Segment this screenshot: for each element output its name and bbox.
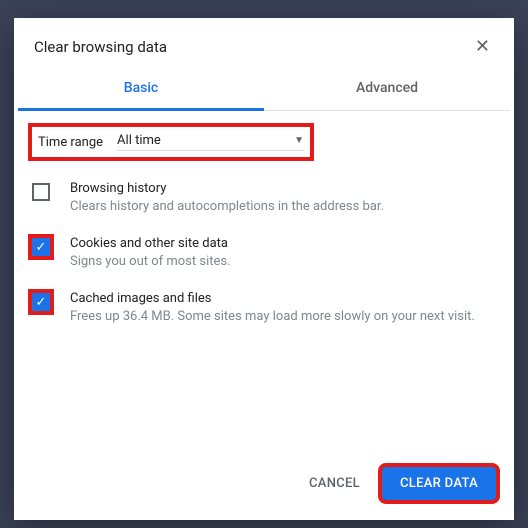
time-range-select[interactable]: All time ▼ — [117, 133, 304, 151]
time-range-row: Time range All time ▼ — [28, 123, 314, 161]
close-icon[interactable]: ✕ — [471, 34, 494, 60]
time-range-value: All time — [117, 133, 161, 148]
tabs: Basic Advanced — [18, 68, 510, 111]
chevron-down-icon: ▼ — [294, 135, 304, 146]
checkbox-browsing-history[interactable] — [32, 183, 50, 201]
time-range-label: Time range — [38, 135, 103, 150]
option-text: Browsing history Clears history and auto… — [70, 181, 384, 214]
option-cached: ✓ Cached images and files Frees up 36.4 … — [28, 291, 500, 324]
option-browsing-history: Browsing history Clears history and auto… — [28, 181, 500, 214]
dialog-header: Clear browsing data ✕ — [14, 18, 514, 68]
option-title: Browsing history — [70, 181, 384, 196]
cancel-button[interactable]: CANCEL — [293, 468, 376, 499]
tab-advanced[interactable]: Advanced — [264, 68, 510, 110]
option-text: Cookies and other site data Signs you ou… — [70, 236, 231, 269]
option-cookies: ✓ Cookies and other site data Signs you … — [28, 236, 500, 269]
checkbox-cookies[interactable]: ✓ — [32, 238, 50, 256]
option-desc: Frees up 36.4 MB. Some sites may load mo… — [70, 309, 475, 324]
checkbox-cached[interactable]: ✓ — [32, 293, 50, 311]
clear-data-button[interactable]: CLEAR DATA — [382, 467, 496, 500]
checkmark-icon: ✓ — [36, 296, 47, 309]
option-text: Cached images and files Frees up 36.4 MB… — [70, 291, 475, 324]
option-title: Cached images and files — [70, 291, 475, 306]
option-desc: Clears history and autocompletions in th… — [70, 199, 384, 214]
dialog-title: Clear browsing data — [34, 38, 167, 56]
checkmark-icon: ✓ — [36, 241, 47, 254]
tab-basic[interactable]: Basic — [18, 68, 264, 111]
dialog-footer: CANCEL CLEAR DATA — [14, 453, 514, 520]
dialog-content: Time range All time ▼ Browsing history C… — [14, 111, 514, 453]
option-desc: Signs you out of most sites. — [70, 254, 231, 269]
option-title: Cookies and other site data — [70, 236, 231, 251]
clear-browsing-data-dialog: Clear browsing data ✕ Basic Advanced Tim… — [14, 18, 514, 520]
